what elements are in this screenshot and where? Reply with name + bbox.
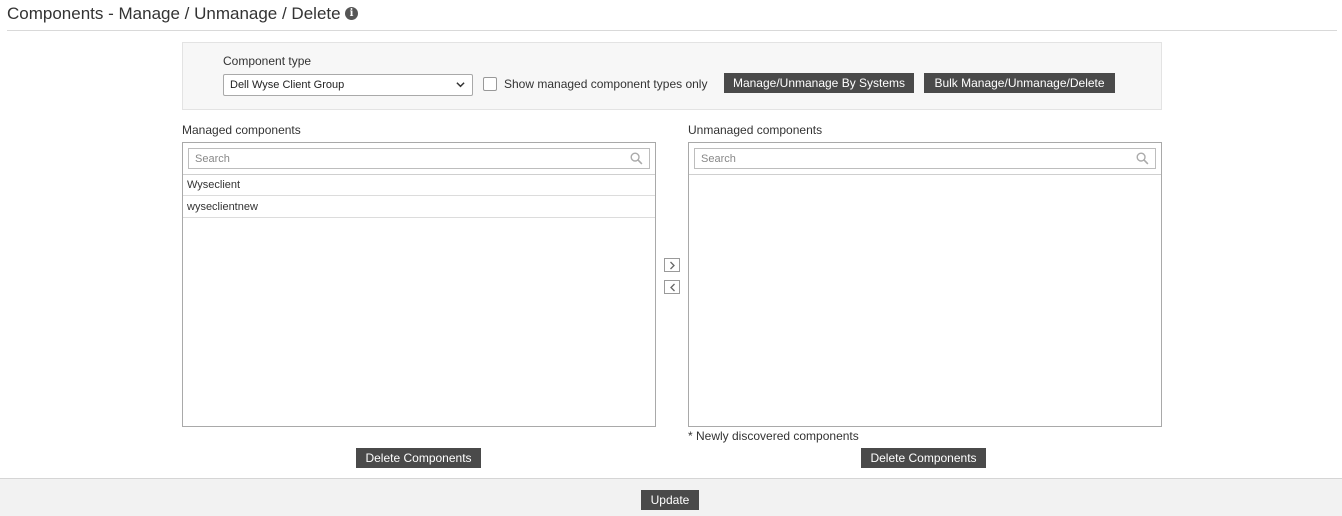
newly-discovered-footnote: * Newly discovered components (688, 429, 859, 443)
update-button[interactable]: Update (641, 490, 699, 510)
component-type-panel: Component type Dell Wyse Client Group Sh… (182, 42, 1162, 110)
show-managed-only-checkbox[interactable] (483, 77, 497, 91)
managed-components-label: Managed components (182, 123, 301, 137)
managed-search-input[interactable] (189, 149, 649, 168)
info-icon[interactable]: i (345, 7, 358, 20)
list-divider (689, 174, 1161, 175)
page-title: Components - Manage / Unmanage / Delete (7, 4, 341, 23)
managed-components-list: Wyseclient wyseclientnew (182, 142, 656, 427)
list-item-wyseclient[interactable]: Wyseclient (183, 175, 655, 196)
footer-bar: Update (0, 478, 1342, 516)
chevron-left-icon (670, 283, 675, 292)
component-type-label: Component type (223, 54, 312, 68)
delete-managed-components-button[interactable]: Delete Components (356, 448, 481, 468)
component-type-selected-value: Dell Wyse Client Group (230, 79, 345, 91)
unmanaged-search-input[interactable] (695, 149, 1155, 168)
show-managed-only-label: Show managed component types only (504, 77, 708, 91)
delete-unmanaged-components-button[interactable]: Delete Components (861, 448, 986, 468)
unmanaged-components-list (688, 142, 1162, 427)
move-right-button[interactable] (664, 258, 680, 272)
component-type-select[interactable]: Dell Wyse Client Group (223, 74, 473, 96)
list-item-wyseclientnew[interactable]: wyseclientnew (183, 197, 655, 218)
search-icon[interactable] (630, 152, 643, 165)
managed-search-box (188, 148, 650, 169)
move-left-button[interactable] (664, 280, 680, 294)
search-icon[interactable] (1136, 152, 1149, 165)
unmanaged-components-label: Unmanaged components (688, 123, 823, 137)
title-bar: Components - Manage / Unmanage / Delete … (7, 0, 1337, 31)
unmanaged-search-box (694, 148, 1156, 169)
chevron-down-icon (456, 82, 465, 88)
manage-by-systems-button[interactable]: Manage/Unmanage By Systems (724, 73, 914, 93)
chevron-right-icon (670, 261, 675, 270)
bulk-manage-button[interactable]: Bulk Manage/Unmanage/Delete (924, 73, 1115, 93)
